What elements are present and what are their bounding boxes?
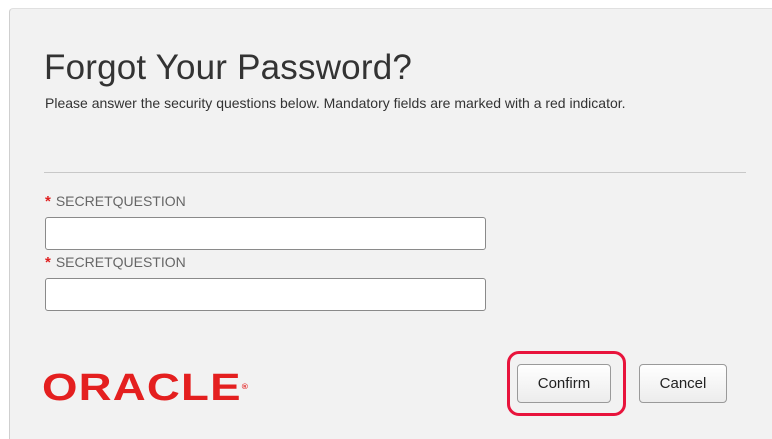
- section-divider: [44, 172, 746, 173]
- required-indicator-icon: *: [45, 254, 51, 271]
- page-title: Forgot Your Password?: [44, 48, 413, 87]
- secret-question-1-label-text: SECRETQUESTION: [55, 193, 186, 209]
- cancel-button[interactable]: Cancel: [639, 364, 727, 403]
- page-instructions: Please answer the security questions bel…: [45, 95, 626, 111]
- trademark-symbol: ®: [241, 384, 248, 391]
- secret-question-2-label-text: SECRETQUESTION: [55, 254, 186, 270]
- required-indicator-icon: *: [45, 193, 51, 210]
- secret-question-1-label: * SECRETQUESTION: [45, 193, 186, 210]
- oracle-logo: ORACLE®: [42, 369, 248, 407]
- secret-question-2-label: * SECRETQUESTION: [45, 254, 186, 271]
- secret-question-1-input[interactable]: [45, 217, 486, 250]
- confirm-button[interactable]: Confirm: [517, 364, 611, 403]
- oracle-logo-text: ORACLE: [42, 367, 242, 409]
- secret-question-2-input[interactable]: [45, 278, 486, 311]
